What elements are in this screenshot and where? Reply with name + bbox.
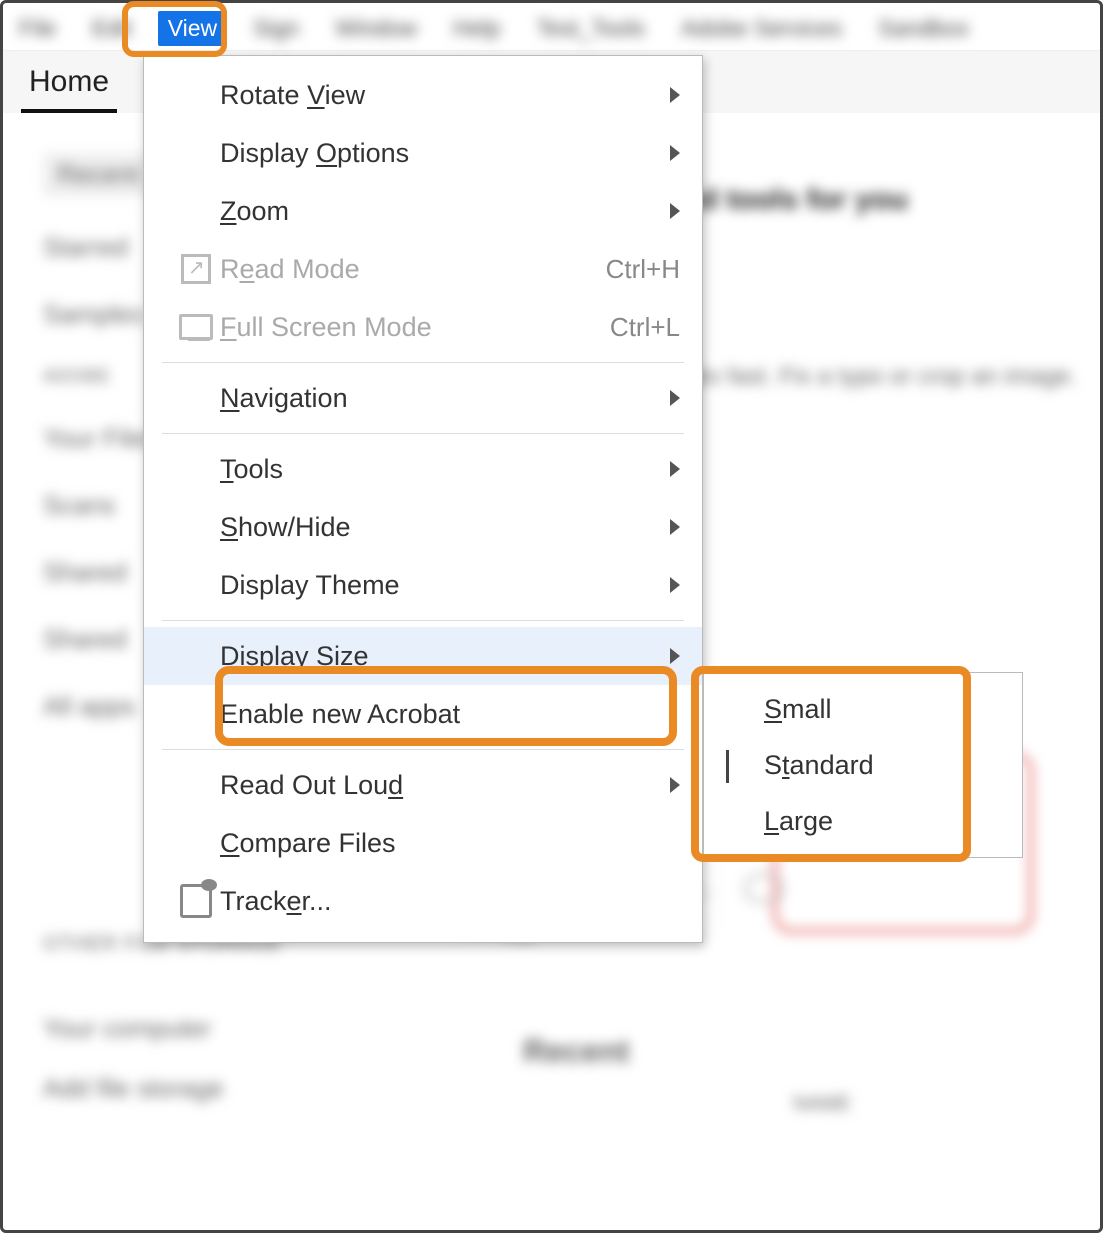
menu-adobe-services[interactable]: Adobe Services — [671, 11, 852, 46]
menu-edit[interactable]: Edit — [82, 11, 142, 46]
sidebar-all-apps[interactable]: All apps — [43, 691, 158, 722]
read-mode-icon — [181, 254, 211, 284]
menu-show-hide[interactable]: Show/HideShow/Hide — [144, 498, 702, 556]
submenu-arrow-icon — [670, 648, 680, 664]
cloud-icon — [744, 873, 784, 903]
display-size-submenu: SmallSmall StandardStandard LargeLarge — [703, 672, 1023, 858]
sidebar-starred[interactable]: Starred — [43, 232, 158, 263]
menu-tools[interactable]: ToolsTools — [144, 440, 702, 498]
sidebar-your-files[interactable]: Your Files — [43, 423, 158, 454]
submenu-standard[interactable]: StandardStandard — [704, 737, 1022, 793]
submenu-small[interactable]: SmallSmall — [704, 681, 1022, 737]
submenu-arrow-icon — [670, 519, 680, 535]
menu-navigation[interactable]: NavigationNavigation — [144, 369, 702, 427]
menu-file[interactable]: File — [9, 11, 66, 46]
menu-sandbox[interactable]: Sandbox — [868, 11, 979, 46]
menu-display-theme[interactable]: Display Theme — [144, 556, 702, 614]
sidebar-samples[interactable]: Samples — [43, 299, 158, 330]
menu-read-mode: Read ModeRead Mode Ctrl+H — [144, 240, 702, 298]
menu-display-size[interactable]: Display Size — [144, 627, 702, 685]
sidebar-section-adobe: ADOBE — [43, 366, 158, 387]
sidebar-recent[interactable]: Recent — [43, 153, 158, 196]
menubar: File Edit View Sign Window Help Test_Too… — [3, 3, 1100, 51]
storage-your-computer[interactable]: Your computer — [43, 1013, 211, 1044]
full-screen-icon — [179, 314, 213, 340]
shortcut-label: Ctrl+H — [606, 254, 680, 285]
menu-zoom[interactable]: ZoomZoom — [144, 182, 702, 240]
tab-home[interactable]: Home — [21, 55, 117, 113]
menu-window[interactable]: Window — [325, 11, 427, 46]
check-icon — [726, 750, 729, 783]
submenu-arrow-icon — [670, 461, 680, 477]
shortcut-label: Ctrl+L — [610, 312, 680, 343]
submenu-arrow-icon — [670, 203, 680, 219]
sidebar-scans[interactable]: Scans — [43, 490, 158, 521]
menu-tracker[interactable]: Tracker...Tracker... — [144, 872, 702, 930]
submenu-arrow-icon — [670, 777, 680, 793]
menu-full-screen: Full Screen ModeFull Screen Mode Ctrl+L — [144, 298, 702, 356]
menu-compare-files[interactable]: Compare FilesCompare Files — [144, 814, 702, 872]
menu-sign[interactable]: Sign — [243, 11, 309, 46]
menu-display-options[interactable]: Display OptionsDisplay Options — [144, 124, 702, 182]
recent-header: Recent — [523, 1033, 630, 1070]
submenu-arrow-icon — [670, 145, 680, 161]
tracker-icon — [180, 884, 212, 918]
sidebar-shared-2[interactable]: Shared — [43, 624, 158, 655]
submenu-arrow-icon — [670, 87, 680, 103]
view-dropdown: Rotate ViewRotate View Display OptionsDi… — [143, 55, 703, 943]
menu-test-tools[interactable]: Test_Tools — [526, 11, 655, 46]
submenu-large[interactable]: LargeLarge — [704, 793, 1022, 849]
sidebar-shared-1[interactable]: Shared — [43, 557, 158, 588]
menu-help[interactable]: Help — [443, 11, 510, 46]
menu-enable-new-acrobat[interactable]: Enable new Acrobat — [144, 685, 702, 743]
name-column: NAME — [793, 1093, 851, 1116]
submenu-arrow-icon — [670, 577, 680, 593]
submenu-arrow-icon — [670, 390, 680, 406]
menu-view[interactable]: View — [158, 11, 227, 46]
menu-read-out-loud[interactable]: Read Out LoudRead Out Loud — [144, 756, 702, 814]
menu-rotate-view[interactable]: Rotate ViewRotate View — [144, 66, 702, 124]
storage-add[interactable]: Add file storage — [43, 1073, 224, 1104]
